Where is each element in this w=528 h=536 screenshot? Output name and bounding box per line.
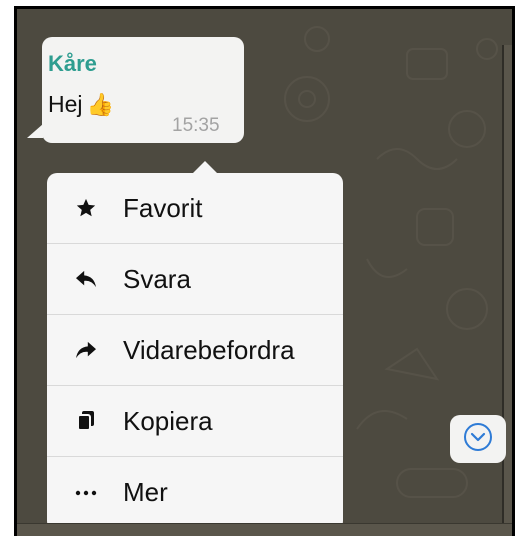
forward-icon [71, 340, 101, 360]
menu-item-mer[interactable]: Mer [47, 457, 343, 528]
menu-item-label: Vidarebefordra [123, 334, 295, 365]
chat-window: Kåre Hej 👍 15:35 Favorit Svara Vidarebefo… [14, 6, 515, 536]
more-icon [71, 490, 101, 496]
menu-item-label: Favorit [123, 192, 203, 223]
message-text: Hej 👍 [48, 91, 114, 118]
reply-icon [71, 269, 101, 289]
menu-item-label: Svara [123, 263, 191, 294]
context-menu: Favorit Svara Vidarebefordra Kopiera Mer [47, 173, 343, 531]
sender-name: Kåre [48, 51, 97, 76]
scrollbar-track[interactable] [502, 45, 512, 536]
menu-caret [193, 161, 217, 173]
input-bar [17, 523, 512, 536]
menu-item-svara[interactable]: Svara [47, 244, 343, 315]
star-icon [71, 197, 101, 219]
bubble-tail [27, 124, 43, 138]
menu-item-vidarebefordra[interactable]: Vidarebefordra [47, 315, 343, 386]
thumbs-up-emoji: 👍 [86, 92, 114, 117]
menu-item-favorit[interactable]: Favorit [47, 173, 343, 244]
message-timestamp: 15:35 [172, 115, 220, 136]
menu-item-label: Kopiera [123, 405, 213, 436]
message-body: Hej [48, 91, 83, 117]
scroll-to-bottom-button[interactable] [450, 415, 506, 463]
copy-icon [71, 410, 101, 432]
menu-item-label: Mer [123, 477, 168, 507]
menu-item-kopiera[interactable]: Kopiera [47, 386, 343, 457]
chevron-down-circle-icon [463, 422, 493, 457]
